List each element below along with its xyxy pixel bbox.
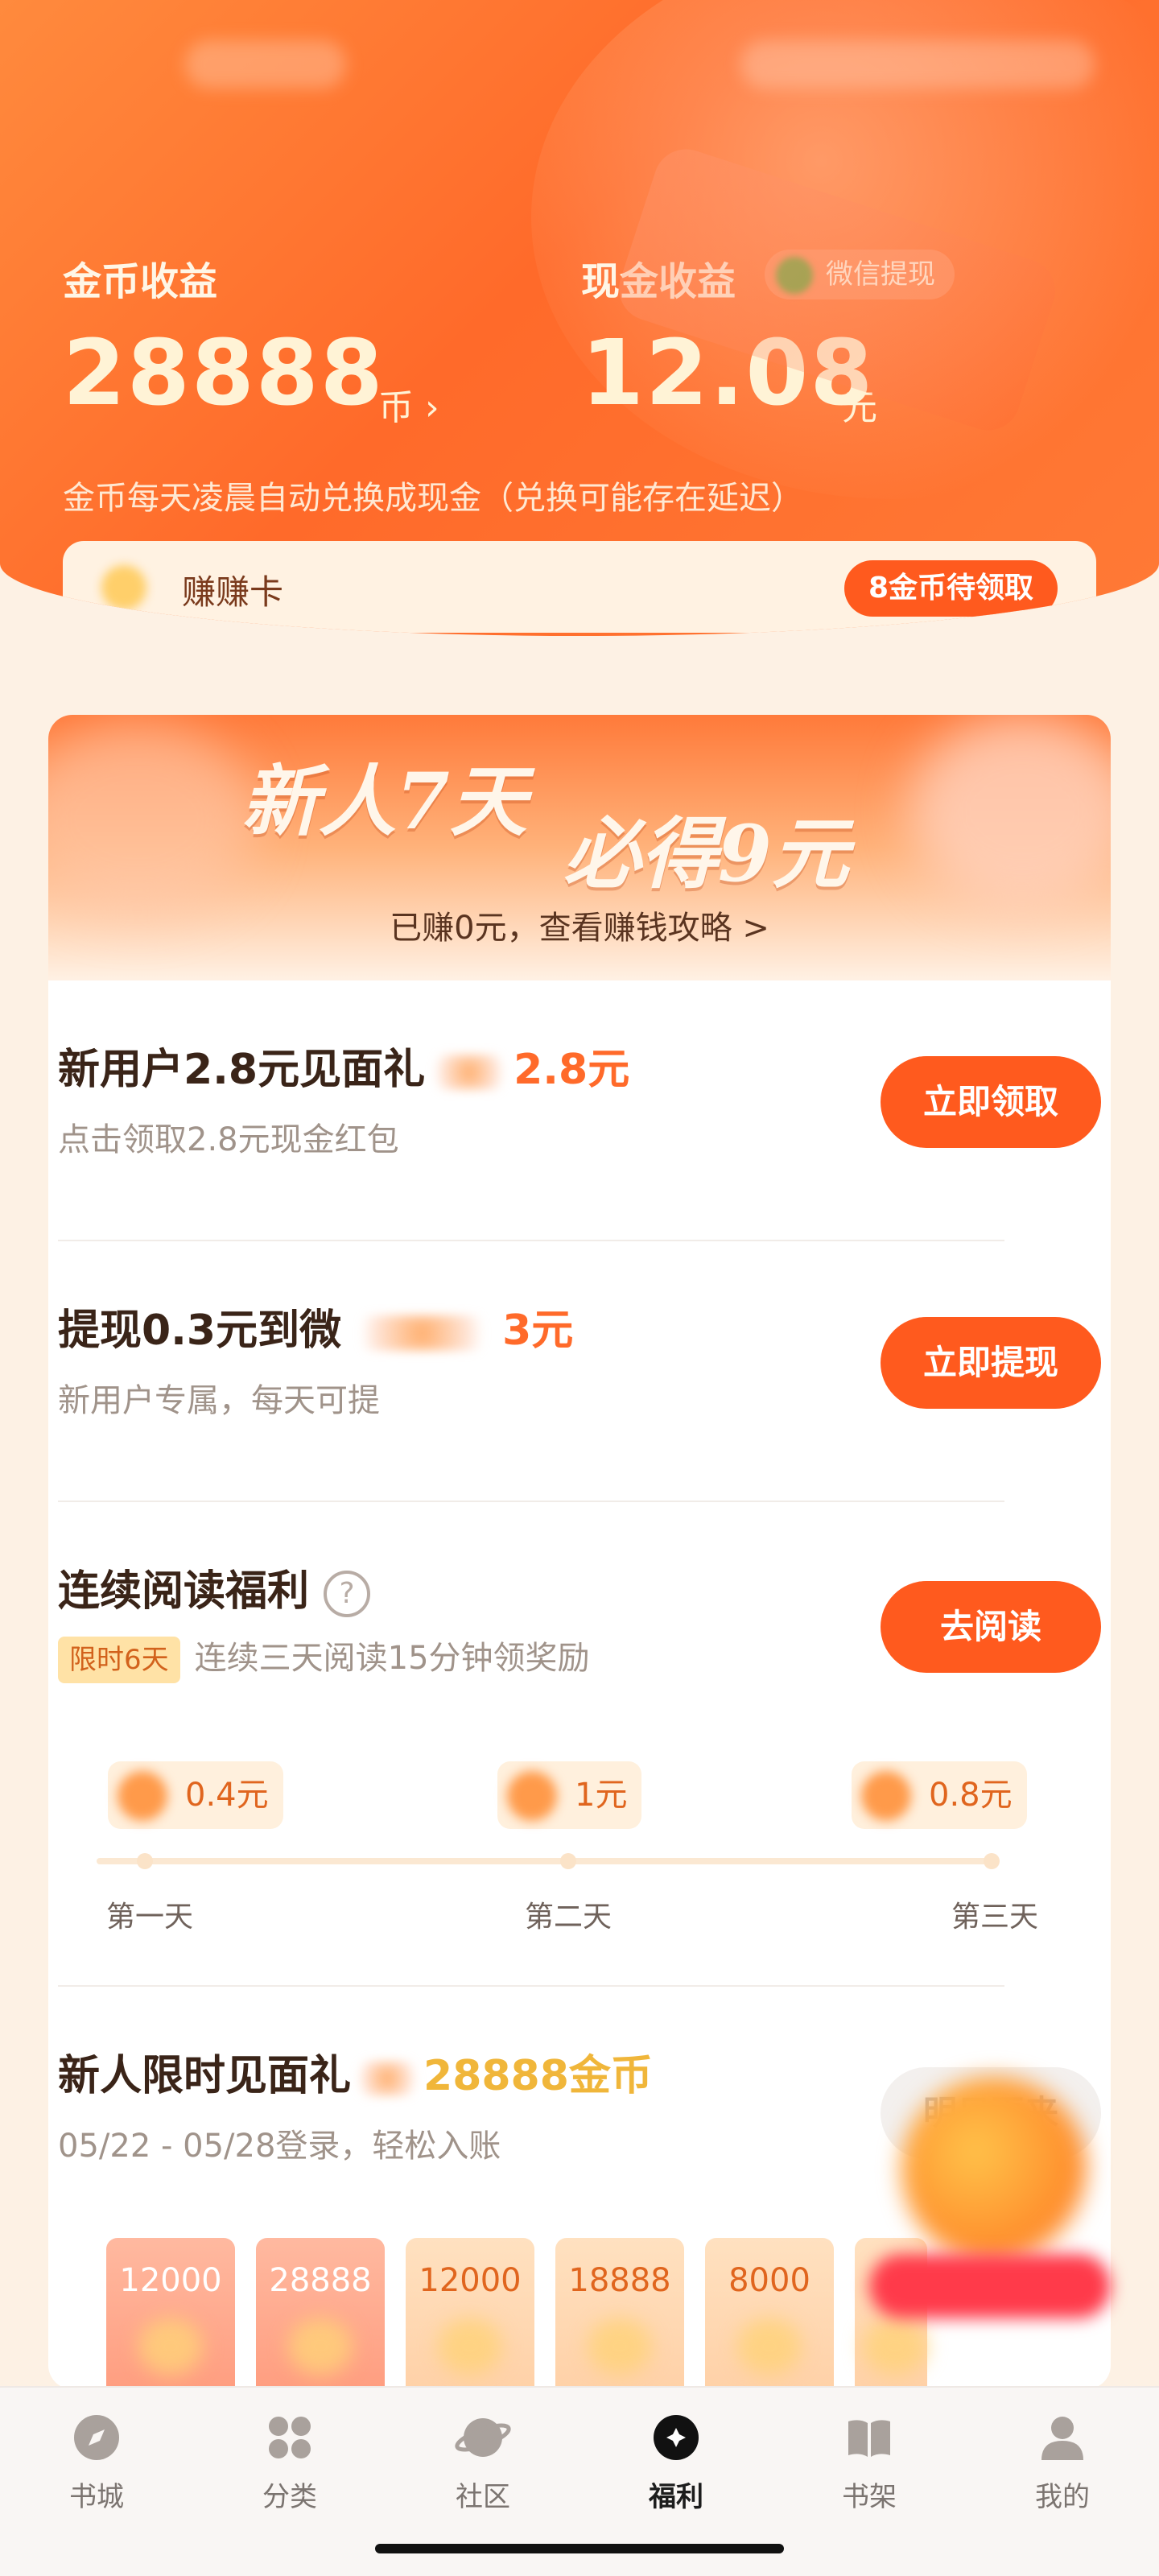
day-label: 第三天 [951,1901,1039,1934]
tab-label: 书架 [842,2481,897,2513]
task-desc: 点击领取2.8元现金红包 [58,1121,399,1158]
task-title: 新人限时见面礼 28888金币 [58,2052,653,2100]
exchange-hint: 金币每天凌晨自动兑换成现金（兑换可能存在延迟） [63,480,803,517]
planet-icon [455,2418,511,2457]
coin-icon [861,1771,911,1821]
tab-mine[interactable]: 我的 [982,2412,1143,2514]
wechat-icon [776,257,813,294]
tab-label: 社区 [456,2481,510,2513]
floating-reward-widget[interactable] [869,2061,1111,2318]
coin-icon [507,1771,557,1821]
divider [58,1985,1004,1987]
limited-time-tag: 限时6天 [58,1637,180,1683]
day-label: 第二天 [525,1901,612,1934]
banner-decoration [48,723,258,916]
task-desc: 05/22 - 05/28登录，轻松入账 [58,2128,501,2165]
user-icon [1041,2417,1083,2460]
banner-title-left: 新人7天 [241,756,527,847]
day-reward-badge: 0.8元 [852,1761,1027,1829]
status-bar-blur [740,40,1095,89]
tab-bookstore[interactable]: 书城 [16,2412,177,2514]
earning-guide-link[interactable]: 已赚0元，查看赚钱攻略 > [48,902,1111,948]
task-title: 新用户2.8元见面礼 2.8元 [58,1046,630,1094]
banner-title-right: 必得9元 [563,808,849,899]
day-label: 第一天 [106,1901,194,1934]
coin-unit-link[interactable]: 币 › [378,378,439,430]
day-reward-badge: 0.4元 [108,1761,283,1829]
compass-icon [74,2415,119,2460]
status-bar-blur [185,40,346,89]
tab-welfare[interactable]: 福利 [596,2412,757,2514]
earnings-header: 金币收益 28888 币 › 现金收益 微信提现 12.08 元 金币每天凌晨自… [0,0,1159,636]
earn-card[interactable]: 赚赚卡 8金币待领取 [63,541,1096,633]
task-newbie-gift: 新用户2.8元见面礼 2.8元 点击领取2.8元现金红包 [58,1035,1008,1160]
tab-label: 书城 [69,2481,124,2513]
coin-earnings-value[interactable]: 28888 [63,328,385,419]
day-reward-badge: 1元 [497,1761,642,1829]
tab-label: 福利 [649,2481,703,2513]
tab-label: 我的 [1035,2481,1090,2513]
reward-card: 12000 [406,2238,534,2399]
claim-now-button[interactable]: 立即领取 [881,1056,1101,1148]
task-desc: 限时6天 连续三天阅读15分钟领奖励 [58,1632,1008,1683]
earn-card-label: 赚赚卡 [182,572,284,612]
progress-dot [560,1853,576,1869]
task-desc: 新用户专属，每天可提 [58,1382,380,1419]
coin-icon [351,2061,424,2096]
task-title: 提现0.3元到微 3元 [58,1307,574,1355]
reading-progress-track [97,1858,998,1864]
progress-dot [137,1853,153,1869]
go-read-button[interactable]: 去阅读 [881,1581,1101,1673]
banner-decoration [909,715,1111,908]
task-withdraw: 提现0.3元到微 3元 新用户专属，每天可提 [58,1296,1008,1421]
wechat-withdraw-label: 微信提现 [826,258,935,291]
cash-earnings-value: 12.08 [581,321,875,426]
cash-earnings-title: 现金收益 [581,259,736,304]
help-icon[interactable]: ? [324,1571,371,1617]
coin-icon [101,565,146,610]
newbie-banner[interactable]: 新人7天 必得9元 已赚0元，查看赚钱攻略 > [48,715,1111,980]
reward-card: 18888 [555,2238,684,2399]
cash-unit: 元 [842,387,877,428]
coin-earnings-title: 金币收益 [63,259,218,304]
tab-label: 分类 [262,2481,317,2513]
reward-card: 28888 [256,2238,385,2399]
withdraw-now-button[interactable]: 立即提现 [881,1317,1101,1409]
tab-category[interactable]: 分类 [209,2412,370,2514]
reward-widget-bar [869,2254,1111,2318]
tab-bookshelf[interactable]: 书架 [789,2412,950,2514]
reward-card: 12000 [106,2238,235,2399]
grid-icon [269,2417,311,2458]
reward-card: 8000 [705,2238,834,2399]
home-indicator[interactable] [375,2544,784,2553]
claim-coins-button[interactable]: 8金币待领取 [843,560,1058,617]
progress-dot [984,1853,1000,1869]
reward-ball-icon [901,2077,1087,2262]
coin-icon [118,1771,167,1821]
coin-icon [341,1315,503,1351]
divider [58,1240,1004,1241]
book-icon [848,2420,890,2457]
wechat-withdraw-button[interactable]: 微信提现 [765,250,955,299]
divider [58,1501,1004,1502]
task-continuous-reading: 连续阅读福利? 限时6天 连续三天阅读15分钟领奖励 [58,1557,1008,1683]
gift-icon [654,2415,699,2460]
task-newbie-login-gift: 新人限时见面礼 28888金币 05/22 - 05/28登录，轻松入账 [58,2041,1008,2166]
coin-icon [425,1055,514,1090]
tab-community[interactable]: 社区 [402,2412,563,2514]
task-title: 连续阅读福利? [58,1557,1008,1617]
